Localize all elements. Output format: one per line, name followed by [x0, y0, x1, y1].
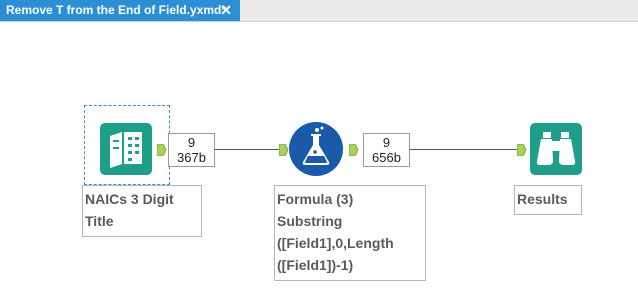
input-output-anchor[interactable]	[156, 143, 167, 157]
close-icon[interactable]: ✕	[220, 0, 232, 21]
tab-workflow[interactable]: Remove T from the End of Field.yxmd* ✕	[0, 0, 240, 21]
binoculars-icon	[530, 123, 582, 175]
connection-line-1	[215, 149, 283, 150]
connection-record-count-1: 9 367b	[168, 133, 215, 167]
browse-input-anchor[interactable]	[516, 143, 527, 157]
formula-input-anchor[interactable]	[278, 143, 289, 157]
input-data-tool[interactable]	[100, 123, 152, 175]
flask-icon	[289, 122, 343, 176]
input-tool-label[interactable]: NAICs 3 Digit Title	[82, 185, 202, 237]
record-count: 9	[382, 135, 391, 150]
formula-tool-label[interactable]: Formula (3) Substring ([Field1],0,Length…	[274, 185, 426, 281]
record-count: 9	[187, 135, 196, 150]
formula-tool[interactable]	[289, 122, 343, 176]
document-tabstrip: Remove T from the End of Field.yxmd* ✕	[0, 0, 638, 22]
workflow-canvas[interactable]: 9 367b NAICs 3 Digit Title 9 656b Formul…	[0, 22, 638, 304]
tab-title: Remove T from the End of Field.yxmd*	[6, 3, 227, 17]
data-size: 656b	[372, 150, 401, 165]
connection-line-2	[410, 149, 518, 150]
browse-tool-label[interactable]: Results	[514, 185, 582, 215]
data-size: 367b	[177, 150, 206, 165]
browse-tool[interactable]	[530, 123, 582, 175]
formula-output-anchor[interactable]	[348, 143, 359, 157]
book-icon	[100, 123, 152, 175]
connection-record-count-2: 9 656b	[363, 133, 410, 167]
